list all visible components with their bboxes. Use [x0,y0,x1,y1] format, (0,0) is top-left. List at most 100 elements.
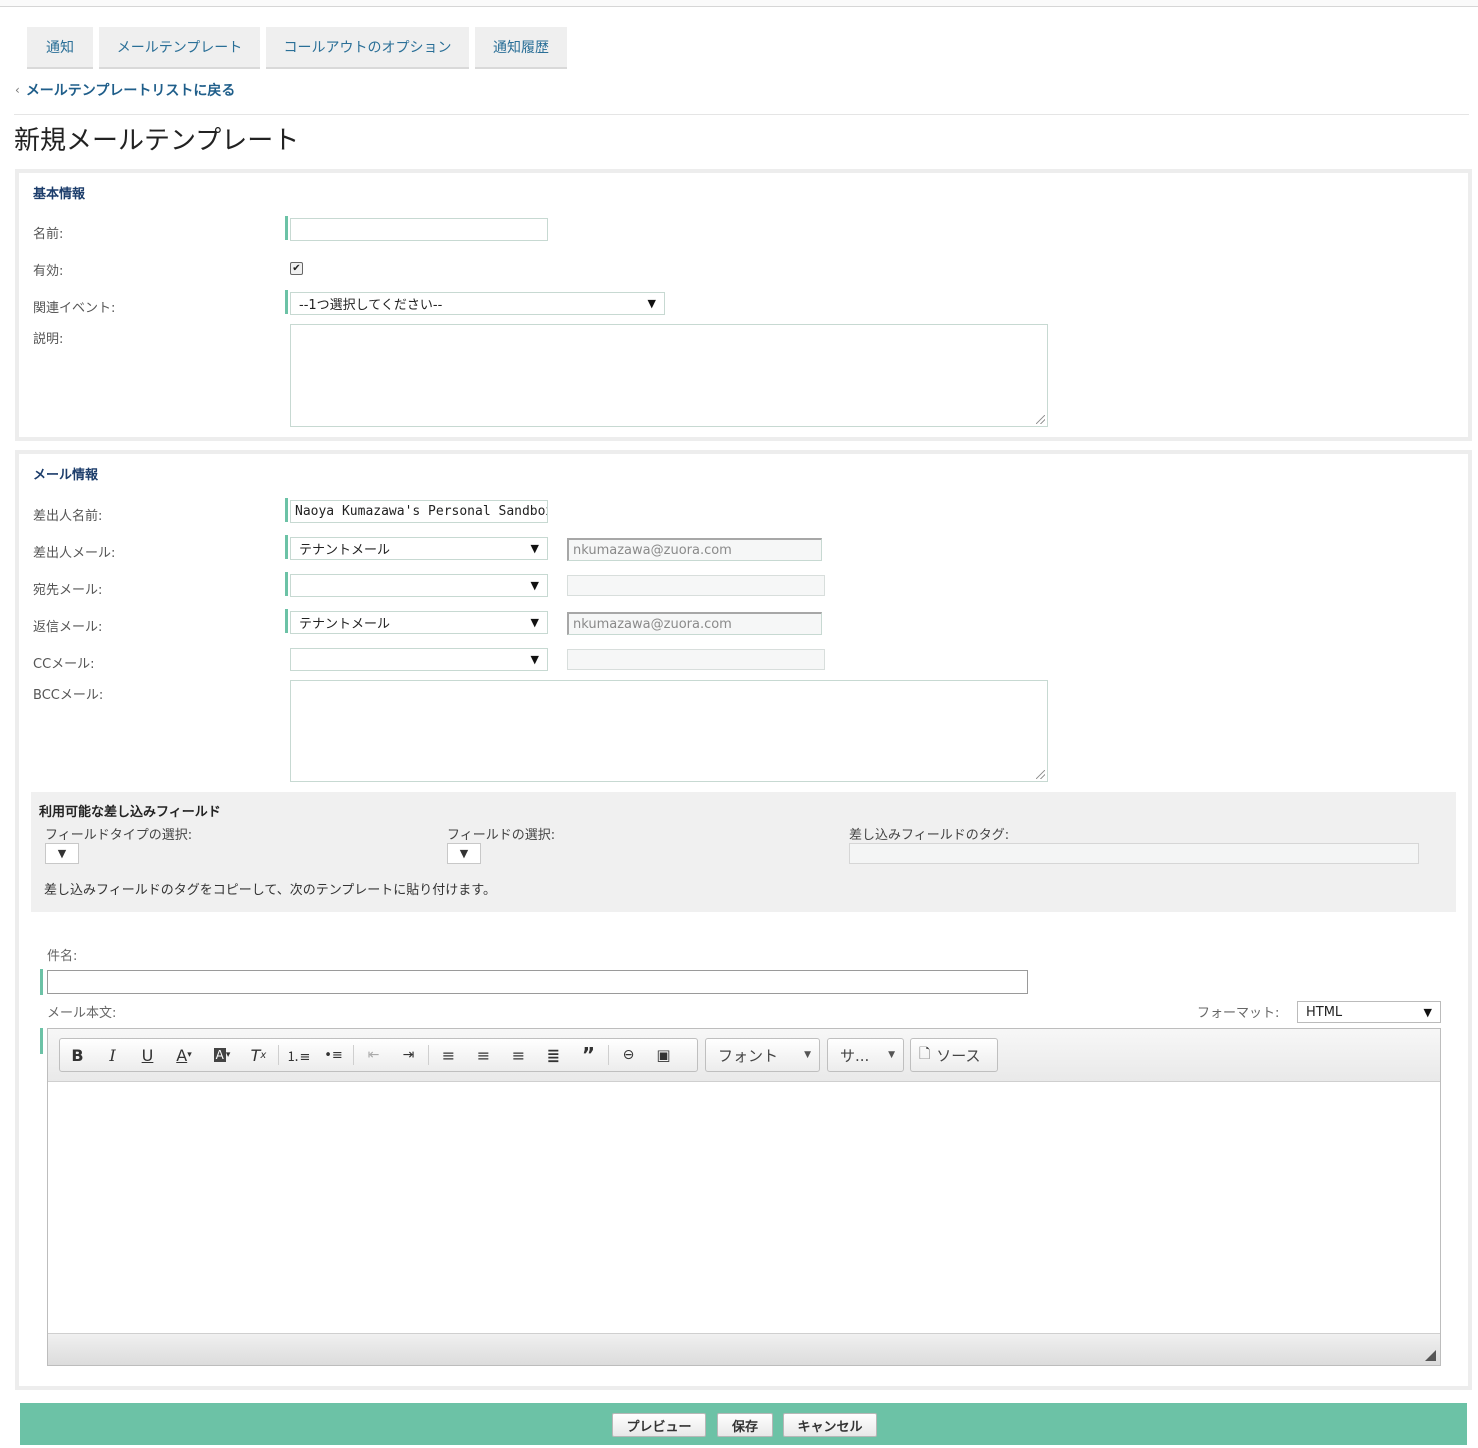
source-button[interactable]: 🗋 ソース [910,1038,998,1072]
bold-icon[interactable]: B [60,1039,95,1071]
resize-handle-icon[interactable] [1425,1350,1436,1361]
merge-note: 差し込みフィールドのタグをコピーして、次のテンプレートに貼り付けます。 [44,883,497,898]
required-marker [285,498,288,522]
from-name-label: 差出人名前: [33,509,103,524]
required-marker [285,290,288,314]
event-select-value: --1つ選択してください-- [299,298,443,313]
underline-icon[interactable]: U [130,1039,165,1071]
outdent-icon[interactable]: ⇤ [356,1039,391,1071]
bcc-textarea[interactable] [290,680,1048,782]
resize-grip-icon[interactable] [1036,415,1045,424]
action-bar: プレビュー 保存 キャンセル [20,1403,1467,1445]
cc-select[interactable]: ▼ [290,648,548,671]
to-email-value [567,575,825,596]
name-input[interactable] [290,218,548,241]
editor-status-bar [48,1333,1440,1365]
toolbar-separator [608,1045,609,1065]
source-icon: 🗋 [919,1046,931,1062]
dropdown-arrow-icon: ▼ [57,847,67,860]
cancel-button[interactable]: キャンセル [783,1413,877,1437]
remove-format-icon[interactable]: Tx [241,1039,276,1071]
image-icon[interactable]: ▣ [646,1039,681,1071]
dropdown-arrow-icon: ▼ [530,579,539,592]
numbered-list-icon[interactable]: ⒈≡ [281,1039,316,1071]
subject-input[interactable] [47,970,1028,994]
active-checkbox[interactable]: ✔ [290,262,303,275]
size-combo-label: サ... [840,1046,870,1065]
tab-notification-history[interactable]: 通知履歴 [475,27,567,69]
background-color-icon[interactable]: A ▾ [203,1039,241,1071]
subject-label: 件名: [47,949,78,964]
tab-bar: 通知 メールテンプレート コールアウトのオプション 通知履歴 [27,27,573,69]
to-email-label: 宛先メール: [33,583,103,598]
basic-info-panel: 基本情報 名前: 有効: ✔ 関連イベント: --1つ選択してください-- ▼ … [15,169,1472,441]
align-left-icon[interactable]: ≡ [431,1039,466,1071]
editor-toolbar: B I U A ▾ A ▾ Tx ⒈≡ •≡ ⇤ ⇥ ≡ ≡ ≡ ≣ ” ⊖ ▣ フ… [48,1029,1440,1082]
from-email-select-value: テナントメール [299,543,391,558]
source-label: ソース [936,1046,981,1065]
blockquote-icon[interactable]: ” [571,1039,606,1071]
from-email-label: 差出人メール: [33,546,116,561]
size-combo[interactable]: サ... ▼ [827,1038,904,1072]
text-color-icon[interactable]: A ▾ [165,1039,203,1071]
merge-tag-input[interactable] [849,843,1419,864]
resize-grip-icon[interactable] [1036,770,1045,779]
field-select[interactable]: ▼ [447,843,481,864]
tab-callout-options[interactable]: コールアウトのオプション [266,27,469,69]
font-combo[interactable]: フォント ▼ [705,1038,820,1072]
back-link[interactable]: ‹ メールテンプレートリストに戻る [15,80,235,100]
required-marker [285,572,288,596]
event-label: 関連イベント: [33,301,116,316]
rich-text-editor: B I U A ▾ A ▾ Tx ⒈≡ •≡ ⇤ ⇥ ≡ ≡ ≡ ≣ ” ⊖ ▣ フ… [47,1028,1441,1366]
body-label: メール本文: [47,1006,117,1021]
reply-email-select-value: テナントメール [299,617,391,632]
save-button[interactable]: 保存 [717,1413,773,1437]
cc-label: CCメール: [33,657,95,672]
tab-notifications[interactable]: 通知 [27,27,93,69]
font-combo-label: フォント [718,1046,779,1065]
bulleted-list-icon[interactable]: •≡ [316,1039,351,1071]
event-select[interactable]: --1つ選択してください-- ▼ [290,292,665,315]
tab-email-templates[interactable]: メールテンプレート [99,27,260,69]
indent-icon[interactable]: ⇥ [391,1039,426,1071]
name-label: 名前: [33,227,64,242]
description-textarea[interactable] [290,324,1048,427]
toolbar-separator [428,1045,429,1065]
cc-value [567,649,825,670]
to-email-select[interactable]: ▼ [290,574,548,597]
align-justify-icon[interactable]: ≣ [536,1039,571,1071]
dropdown-arrow-icon: ▼ [459,847,469,860]
italic-icon[interactable]: I [95,1039,130,1071]
reply-email-label: 返信メール: [33,620,103,635]
format-select[interactable]: HTML ▼ [1297,1001,1441,1023]
formatting-group: B I U A ▾ A ▾ Tx ⒈≡ •≡ ⇤ ⇥ ≡ ≡ ≡ ≣ ” ⊖ ▣ [59,1038,698,1072]
field-label: フィールドの選択: [447,828,556,843]
required-marker [40,969,43,995]
link-icon[interactable]: ⊖ [611,1039,646,1071]
field-type-label: フィールドタイプの選択: [45,828,193,843]
dropdown-arrow-icon: ▼ [530,542,539,555]
reply-email-select[interactable]: テナントメール ▼ [290,611,548,634]
divider [14,114,1469,115]
from-email-select[interactable]: テナントメール ▼ [290,537,548,560]
basic-info-title: 基本情報 [33,187,86,202]
align-center-icon[interactable]: ≡ [466,1039,501,1071]
dropdown-arrow-icon: ▼ [647,297,656,310]
dropdown-arrow-icon: ▼ [888,1050,895,1060]
page-title: 新規メールテンプレート [14,126,300,156]
align-right-icon[interactable]: ≡ [501,1039,536,1071]
dropdown-arrow-icon: ▼ [804,1050,811,1060]
bcc-label: BCCメール: [33,688,104,703]
from-name-input[interactable]: Naoya Kumazawa's Personal Sandbox [290,500,548,523]
preview-button[interactable]: プレビュー [612,1413,706,1437]
merge-tag-label: 差し込みフィールドのタグ: [849,828,1010,843]
back-link-label: メールテンプレートリストに戻る [25,83,236,99]
required-marker [285,535,288,559]
dropdown-arrow-icon: ▼ [530,616,539,629]
active-label: 有効: [33,264,64,279]
field-type-select[interactable]: ▼ [45,843,79,864]
from-email-value: nkumazawa@zuora.com [567,538,822,561]
chevron-left-icon: ‹ [15,83,20,97]
mail-info-title: メール情報 [33,468,99,483]
dropdown-arrow-icon: ▼ [1423,1005,1432,1019]
